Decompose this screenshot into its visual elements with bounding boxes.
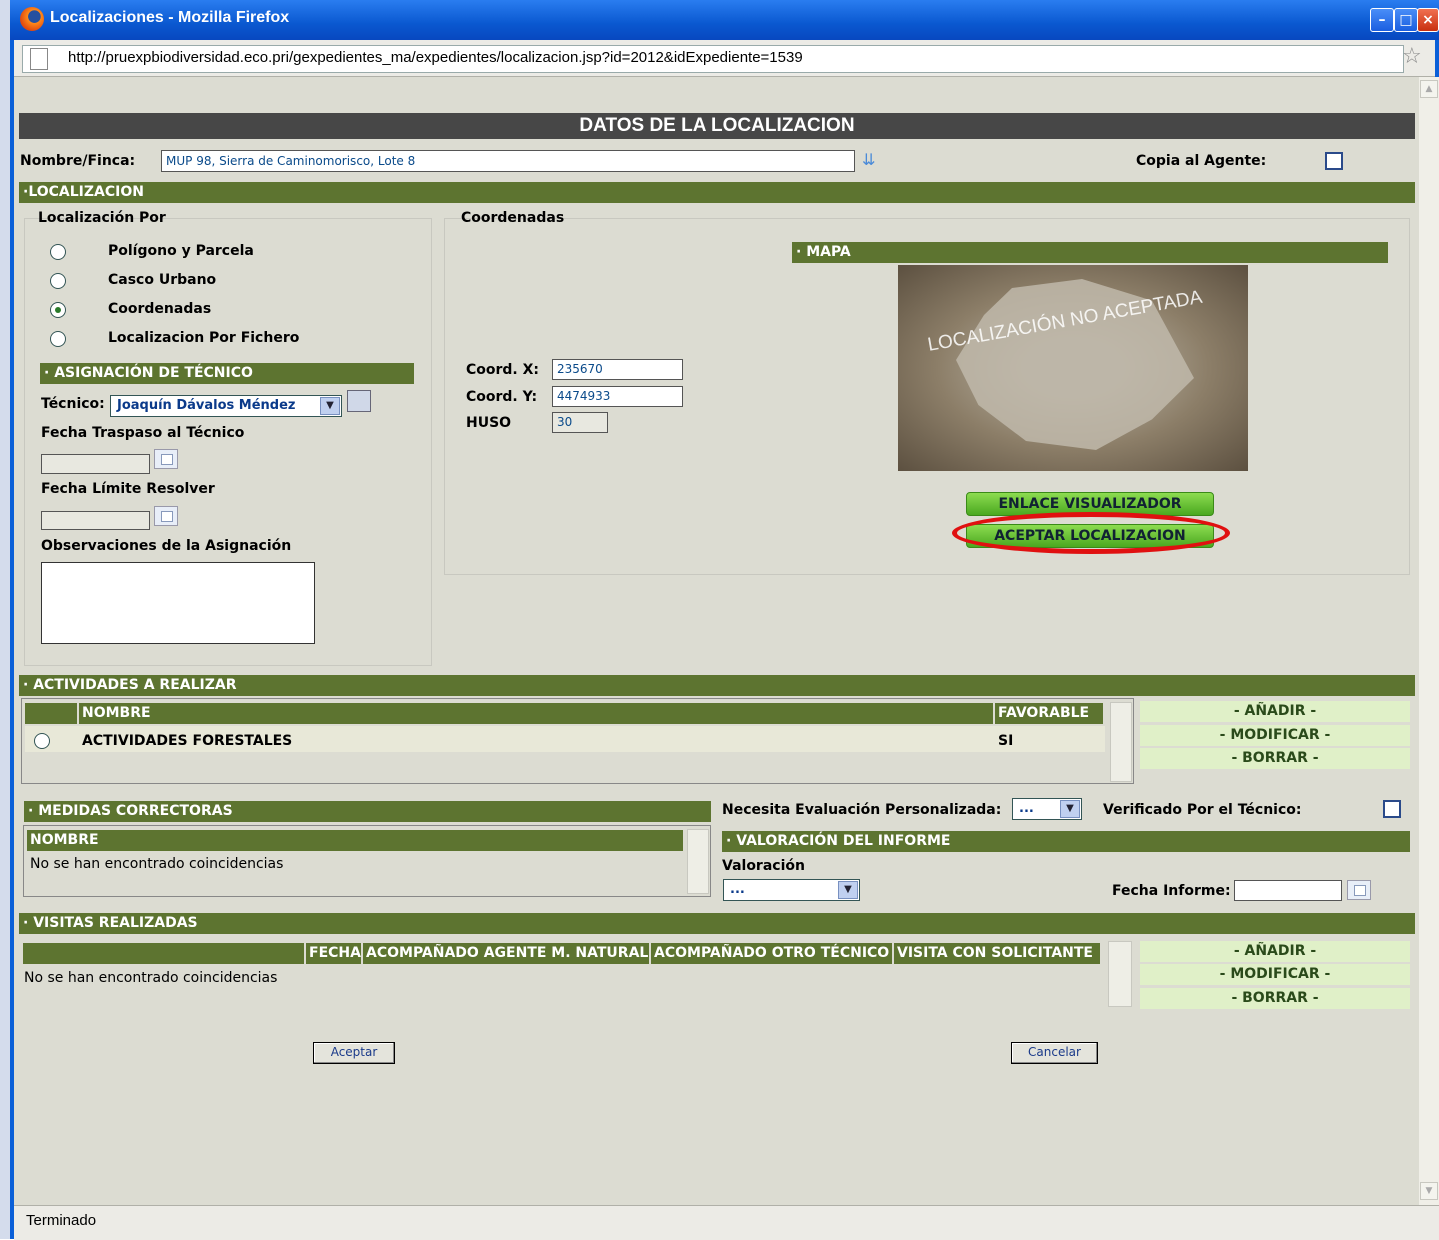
bookmark-star-icon[interactable]: ☆ [1402, 44, 1422, 69]
option-fichero-label: Localizacion Por Fichero [108, 330, 300, 346]
chevron-down-icon[interactable]: ▼ [838, 881, 858, 899]
verificado-checkbox[interactable] [1383, 800, 1401, 818]
url-text[interactable]: http://pruexpbiodiversidad.eco.pri/gexpe… [68, 49, 803, 66]
visitas-modificar-link[interactable]: - MODIFICAR - [1140, 964, 1410, 985]
minimize-icon[interactable]: – [1370, 8, 1394, 32]
copia-agente-checkbox[interactable] [1325, 152, 1343, 170]
scroll-up-icon[interactable]: ▲ [1420, 80, 1438, 98]
enlace-visualizador-label: ENLACE VISUALIZADOR [998, 496, 1182, 512]
fecha-limite-label: Fecha Límite Resolver [41, 481, 215, 497]
scroll-down-icon[interactable]: ▼ [1420, 1182, 1438, 1200]
calendar-icon[interactable] [154, 506, 178, 526]
tecnico-value: Joaquín Dávalos Méndez [117, 398, 296, 413]
firefox-icon [20, 7, 44, 31]
evaluacion-label: Necesita Evaluación Personalizada: [722, 802, 1002, 818]
visitas-header-tecnico: ACOMPAÑADO OTRO TÉCNICO [651, 943, 894, 964]
section-valoracion: · VALORACIÓN DEL INFORME [722, 831, 1410, 852]
radio-fichero[interactable] [50, 331, 66, 347]
actividades-anadir-link[interactable]: - AÑADIR - [1140, 701, 1410, 722]
tecnico-label: Técnico: [41, 396, 105, 412]
finca-input[interactable]: MUP 98, Sierra de Caminomorisco, Lote 8 [161, 150, 855, 172]
visitas-scrollbar[interactable] [1108, 941, 1132, 1007]
visitas-header-fecha: FECHA [306, 943, 363, 964]
finca-label: Nombre/Finca: [20, 153, 136, 169]
fecha-traspaso-label: Fecha Traspaso al Técnico [41, 425, 245, 441]
radio-casco[interactable] [50, 273, 66, 289]
medidas-scrollbar[interactable] [687, 829, 709, 894]
row-radio[interactable] [34, 733, 50, 749]
evaluacion-select[interactable]: ... ▼ [1012, 798, 1082, 820]
medidas-empty: No se han encontrado coincidencias [30, 856, 284, 872]
calendar-icon[interactable] [154, 449, 178, 469]
medidas-header-nombre: NOMBRE [27, 830, 685, 851]
option-casco-label: Casco Urbano [108, 272, 217, 288]
huso-label: HUSO [466, 415, 512, 431]
section-localizacion: ·LOCALIZACION [19, 182, 1415, 203]
fecha-informe-label: Fecha Informe: [1112, 883, 1231, 899]
page-scrollbar[interactable] [1419, 77, 1439, 1205]
chevron-down-icon[interactable]: ▼ [1060, 800, 1080, 818]
section-medidas: · MEDIDAS CORRECTORAS [24, 801, 711, 822]
table-header-nombre: NOMBRE [79, 703, 995, 724]
fecha-limite-input[interactable] [41, 511, 150, 530]
section-asignacion: · ASIGNACIÓN DE TÉCNICO [40, 363, 414, 384]
section-visitas: · VISITAS REALIZADAS [19, 913, 1415, 934]
verificado-label: Verificado Por el Técnico: [1103, 802, 1302, 818]
huso-input[interactable]: 30 [552, 412, 608, 433]
localizacion-por-title: Localización Por [38, 210, 166, 226]
page-title: DATOS DE LA LOCALIZACION [19, 113, 1415, 139]
actividades-modificar-link[interactable]: - MODIFICAR - [1140, 725, 1410, 746]
aceptar-button[interactable]: Aceptar [313, 1042, 395, 1064]
window-title: Localizaciones - Mozilla Firefox [50, 9, 290, 26]
coord-x-input[interactable]: 235670 [552, 359, 683, 380]
tecnico-select[interactable]: Joaquín Dávalos Méndez ▼ [110, 395, 342, 417]
actividades-borrar-link[interactable]: - BORRAR - [1140, 748, 1410, 769]
radio-coordenadas[interactable] [50, 302, 66, 318]
observaciones-label: Observaciones de la Asignación [41, 538, 292, 554]
radio-poligono[interactable] [50, 244, 66, 260]
close-icon[interactable]: × [1417, 8, 1439, 32]
expand-icon[interactable]: ⇊ [862, 150, 875, 169]
option-poligono-label: Polígono y Parcela [108, 243, 254, 259]
search-tecnico-icon[interactable] [347, 390, 371, 412]
highlight-ellipse [952, 512, 1230, 554]
maximize-icon[interactable]: □ [1394, 8, 1418, 32]
visitas-empty: No se han encontrado coincidencias [24, 970, 278, 986]
coord-y-input[interactable]: 4474933 [552, 386, 683, 407]
row-favorable: SI [998, 733, 1014, 749]
fecha-informe-input[interactable] [1234, 880, 1342, 901]
observaciones-textarea[interactable] [41, 562, 315, 644]
coord-y-label: Coord. Y: [466, 389, 538, 405]
visitas-borrar-link[interactable]: - BORRAR - [1140, 988, 1410, 1009]
page-icon [30, 48, 48, 70]
coordenadas-title: Coordenadas [461, 210, 565, 226]
status-text: Terminado [26, 1212, 97, 1229]
visitas-header-solicitante: VISITA CON SOLICITANTE [894, 943, 1102, 964]
cancelar-button[interactable]: Cancelar [1011, 1042, 1098, 1064]
visitas-anadir-link[interactable]: - AÑADIR - [1140, 941, 1410, 962]
coord-x-label: Coord. X: [466, 362, 540, 378]
calendar-icon[interactable] [1347, 880, 1371, 900]
option-coordenadas-label: Coordenadas [108, 301, 212, 317]
evaluacion-value: ... [1019, 801, 1034, 816]
status-bar [14, 1205, 1439, 1240]
visitas-header-blank [23, 943, 306, 964]
map-image[interactable]: LOCALIZACIÓN NO ACEPTADA [898, 265, 1248, 471]
section-actividades: · ACTIVIDADES A REALIZAR [19, 675, 1415, 696]
fecha-traspaso-input[interactable] [41, 454, 150, 474]
section-mapa: · MAPA [792, 242, 1388, 263]
actividades-scrollbar[interactable] [1110, 702, 1132, 782]
table-header-favorable: FAVORABLE [995, 703, 1105, 724]
visitas-header-agente: ACOMPAÑADO AGENTE M. NATURAL [363, 943, 651, 964]
valoracion-select[interactable]: ... ▼ [723, 879, 860, 901]
valoracion-label: Valoración [722, 858, 805, 874]
row-nombre: ACTIVIDADES FORESTALES [82, 733, 293, 749]
chevron-down-icon[interactable]: ▼ [320, 397, 340, 415]
valoracion-value: ... [730, 882, 745, 897]
copia-agente-label: Copia al Agente: [1136, 153, 1267, 169]
table-header-blank [25, 703, 79, 724]
